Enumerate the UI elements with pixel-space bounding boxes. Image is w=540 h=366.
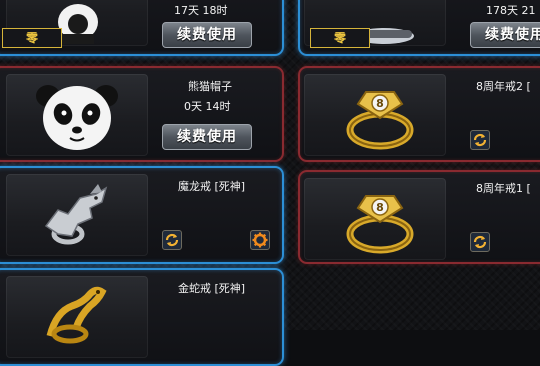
item-remaining-time: 178天 21 <box>486 4 536 17</box>
item-thumbnail: 8 <box>304 178 446 260</box>
item-card-dragon-ring[interactable]: 魔龙戒 [死神] <box>0 166 284 264</box>
zero-badge: 零 <box>2 28 62 48</box>
item-remaining-time: 17天 18时 <box>174 4 228 17</box>
item-card-top-right[interactable]: 178天 21 零 续费使用 <box>298 0 540 56</box>
gold-ring-icon: 8 <box>346 195 414 254</box>
snake-ring-icon <box>46 286 107 344</box>
refresh-icon <box>473 133 487 147</box>
renew-icon-button[interactable] <box>470 232 490 252</box>
item-name: 8周年戒1 [ <box>476 182 531 195</box>
svg-text:8: 8 <box>376 97 384 110</box>
item-name: 8周年戒2 [ <box>476 80 531 93</box>
svg-text:8: 8 <box>376 201 384 214</box>
item-thumbnail <box>6 174 148 256</box>
item-card-top-left[interactable]: 17天 18时 零 续费使用 <box>0 0 284 56</box>
refresh-icon <box>165 233 179 247</box>
item-thumbnail: 8 <box>304 74 446 156</box>
gold-ring-icon: 8 <box>346 91 414 150</box>
item-thumbnail <box>6 276 148 358</box>
item-card-anniversary-ring-2[interactable]: 8 8周年戒2 [ <box>298 66 540 162</box>
item-remaining-time: 0天 14时 <box>184 100 231 113</box>
item-card-anniversary-ring-1[interactable]: 8 8周年戒1 [ <box>298 170 540 264</box>
renew-use-button[interactable]: 续费使用 <box>470 22 540 48</box>
item-name: 熊猫帽子 <box>188 80 232 93</box>
item-thumbnail <box>6 74 148 156</box>
dragon-ring-icon <box>44 184 108 245</box>
renew-use-button[interactable]: 续费使用 <box>162 124 252 150</box>
item-name: 金蛇戒 [死神] <box>178 282 246 295</box>
gear-icon <box>252 232 268 248</box>
renew-use-button[interactable]: 续费使用 <box>162 22 252 48</box>
zero-badge: 零 <box>310 28 370 48</box>
renew-icon-button[interactable] <box>162 230 182 250</box>
settings-icon-button[interactable] <box>250 230 270 250</box>
panda-hat-icon <box>36 85 118 150</box>
refresh-icon <box>473 235 487 249</box>
item-card-golden-snake-ring[interactable]: 金蛇戒 [死神] <box>0 268 284 366</box>
item-name: 魔龙戒 [死神] <box>178 180 246 193</box>
item-card-panda-hat[interactable]: 熊猫帽子 0天 14时 续费使用 <box>0 66 284 162</box>
renew-icon-button[interactable] <box>470 130 490 150</box>
